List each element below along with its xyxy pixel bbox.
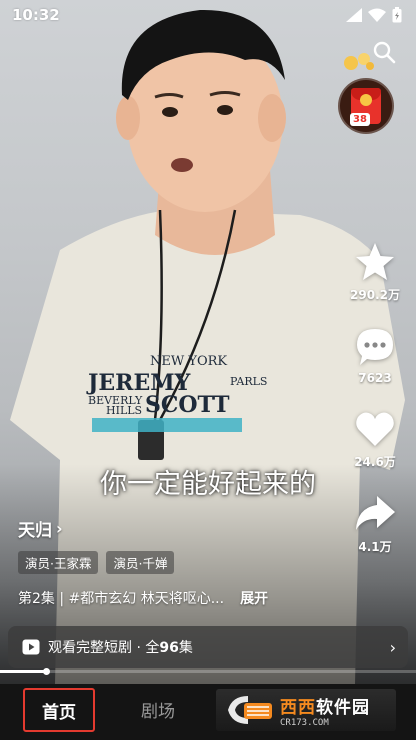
tab-home-highlight: 首页 [23,688,95,732]
share-count: 4.1万 [358,540,392,554]
mouth [171,158,193,172]
red-packet-badge: 38 [350,113,370,126]
status-bar: 10:32 [0,0,416,30]
favorite-count: 290.2万 [350,288,400,302]
progress-fill [0,670,46,673]
drama-title-link[interactable]: 天归 › [18,516,348,541]
heart-icon [356,412,394,446]
eye-right [217,105,233,115]
side-actions: 290.2万 7623 24.6万 4.1万 [342,240,408,577]
eye-left [162,107,178,117]
comment-icon [357,329,393,365]
favorite-button[interactable]: 290.2万 [342,240,408,303]
watermark-url: CR173.COM [280,717,329,728]
watch-full-drama-label: 观看完整短剧 · 全96集 [48,640,193,656]
wifi-icon [368,8,386,22]
watch-full-drama-bar[interactable]: 观看完整短剧 · 全96集 › [8,626,408,668]
watermark-logo-icon [228,696,272,724]
actor-tags: 演员·王家霖 演员·千婵 [18,551,348,574]
comment-button[interactable]: 7623 [342,325,408,385]
chevron-right-icon: › [389,637,396,657]
shirt-print-5: HILLS [106,404,142,417]
star-icon [356,243,394,280]
drama-title: 天归 [18,521,52,541]
like-button[interactable]: 24.6万 [342,407,408,470]
battery-icon [392,7,402,23]
status-icons [346,7,402,23]
watermark-logo: 西西软件园 CR173.COM [216,689,396,731]
shirt-print-1: NEW YORK [150,354,227,369]
episode-description: 第2集 | #都市玄幻 林天将呕心... [18,591,225,607]
clock: 10:32 [12,6,60,24]
play-icon [22,639,40,655]
actor-tag[interactable]: 演员·王家霖 [18,551,99,574]
tab-home[interactable]: 首页 [42,698,76,723]
expand-button[interactable]: 展开 [240,588,268,608]
progress-thumb[interactable] [42,668,50,675]
comment-count: 7623 [358,371,392,385]
signal-icon [346,8,362,22]
ear-right [258,94,286,142]
actor-tag[interactable]: 演员·千婵 [106,551,175,574]
description-row: 第2集 | #都市玄幻 林天将呕心... 展开 [18,588,348,608]
red-packet-button[interactable]: 38 [338,78,394,134]
share-button[interactable]: 4.1万 [342,492,408,555]
drama-info: 天归 › 演员·王家霖 演员·千婵 第2集 | #都市玄幻 林天将呕心... 展… [18,516,348,608]
watermark-text-a: 西西 [280,697,316,718]
chevron-right-icon: › [56,519,63,538]
tab-theater[interactable]: 剧场 [106,684,210,740]
shirt-print-6: PARLS [230,375,267,388]
shirt-print-3: SCOTT [145,392,230,418]
watermark-text-b: 软件园 [316,697,370,718]
video-progress-bar[interactable] [0,668,416,675]
ear-left [116,96,140,140]
coins-icon [344,53,374,70]
video-subtitle: 你一定能好起来的 [100,469,316,500]
